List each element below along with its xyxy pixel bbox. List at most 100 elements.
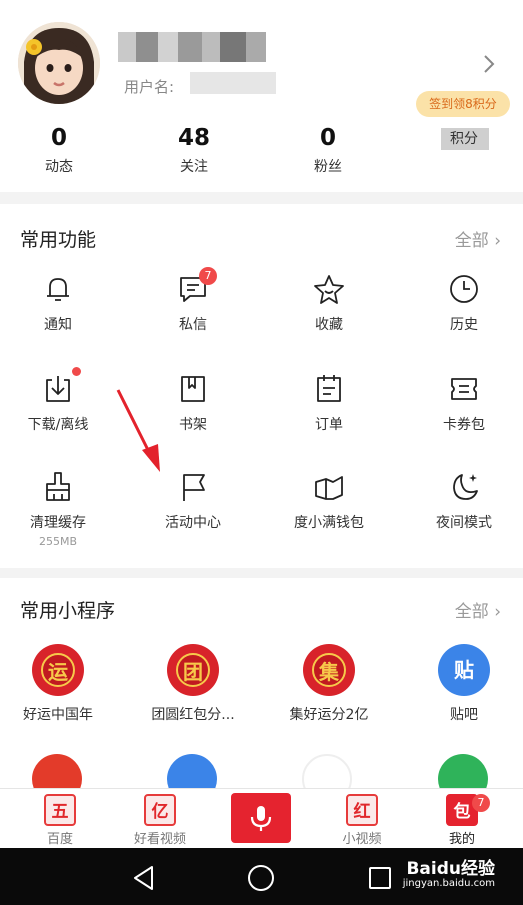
profile-header: 用户名: 0 动态 48 关注 0 粉丝 签到领8积分 积分 [0, 0, 523, 192]
stat-label: 积分 [450, 131, 478, 147]
star-icon [314, 275, 344, 304]
baidu-tab-icon: 五 [44, 794, 76, 826]
mini-lucky-year[interactable]: 运 好运中国年 [0, 644, 123, 724]
collect-luck-icon: 集 [303, 644, 355, 696]
chevron-right-icon[interactable] [478, 53, 500, 75]
short-video-tab-icon: 红 [346, 794, 378, 826]
func-label: 历史 [450, 317, 478, 333]
broom-icon [46, 472, 70, 501]
unread-badge: 7 [472, 794, 490, 812]
mini-icon-partial[interactable] [302, 754, 352, 788]
func-label: 清理缓存 [30, 515, 86, 531]
nickname-redacted [118, 32, 278, 62]
section-title: 常用小程序 [20, 600, 116, 622]
func-download[interactable]: 下载/离线 [0, 367, 123, 434]
mini-reunion-envelope[interactable]: 团 团圆红包分... [128, 644, 258, 724]
func-wallet[interactable]: 度小满钱包 [264, 470, 394, 532]
stat-label: 动态 [45, 159, 73, 175]
func-clear-cache[interactable]: 清理缓存 255MB [0, 470, 123, 548]
stat-value: 0 [50, 125, 67, 151]
sign-in-badge[interactable]: 签到领8积分 [416, 91, 510, 117]
recents-icon[interactable] [367, 865, 393, 891]
order-icon [317, 375, 341, 402]
watermark-brand: Baidu经验 [406, 859, 495, 879]
bell-icon [47, 278, 69, 301]
voice-search-button[interactable] [231, 793, 291, 843]
bookshelf-icon [181, 376, 205, 402]
stat-fans[interactable]: 0 粉丝 [288, 124, 368, 176]
unread-badge: 7 [199, 267, 217, 285]
func-label: 下载/离线 [27, 417, 89, 433]
chevron-right-icon: › [494, 602, 501, 622]
tab-short-video[interactable]: 红 小视频 [327, 794, 397, 847]
watermark-url: jingyan.baidu.com [402, 878, 495, 889]
stat-points[interactable]: 积分 [424, 124, 504, 148]
username-redacted [190, 72, 276, 94]
func-messages[interactable]: 7 私信 [128, 267, 258, 334]
func-label: 通知 [44, 317, 72, 333]
stat-posts[interactable]: 0 动态 [19, 124, 99, 176]
bottom-tab-bar: 五 百度 亿 好看视频 红 小视频 包 7 我的 [0, 788, 523, 848]
mini-glyph: 运 [41, 653, 75, 687]
system-nav-bar: Baidu经验 jingyan.baidu.com [0, 848, 523, 905]
section-title: 常用功能 [20, 229, 97, 251]
tab-mine[interactable]: 包 7 我的 [427, 794, 497, 847]
flag-icon [183, 474, 205, 501]
mini-label: 贴吧 [450, 707, 478, 723]
coupon-icon [451, 378, 477, 400]
mini-icon-partial[interactable] [438, 754, 488, 788]
scan-icon[interactable] [167, 754, 217, 788]
mini-tieba[interactable]: 贴 贴吧 [399, 644, 523, 724]
stat-value: 48 [177, 125, 210, 151]
func-notifications[interactable]: 通知 [0, 272, 123, 334]
func-activity-center[interactable]: 活动中心 [128, 470, 258, 532]
mini-label: 好运中国年 [23, 707, 93, 723]
func-label: 私信 [179, 317, 207, 333]
func-coupons[interactable]: 卡券包 [399, 372, 523, 434]
mini-programs-card: 常用小程序 全部 › 运 好运中国年 团 团圆红包分... 集 集好运分2亿 贴… [0, 578, 523, 788]
tieba-icon: 贴 [438, 644, 490, 696]
reunion-icon: 团 [167, 644, 219, 696]
func-label: 夜间模式 [436, 515, 492, 531]
mini-label: 团圆红包分... [151, 707, 235, 723]
func-favorites[interactable]: 收藏 [264, 272, 394, 334]
microphone-icon [250, 806, 272, 831]
mini-collect-luck[interactable]: 集 集好运分2亿 [264, 644, 394, 724]
stat-following[interactable]: 48 关注 [154, 124, 234, 176]
func-night-mode[interactable]: 夜间模式 [399, 470, 523, 532]
back-icon[interactable] [130, 864, 158, 892]
tab-label: 小视频 [342, 832, 382, 847]
view-all-link[interactable]: 全部 › [455, 597, 501, 622]
func-label: 订单 [315, 417, 343, 433]
stat-label: 关注 [180, 159, 208, 175]
username-label: 用户名: [124, 78, 175, 96]
func-orders[interactable]: 订单 [264, 372, 394, 434]
view-all-label: 全部 [454, 602, 489, 622]
tab-baidu[interactable]: 五 百度 [25, 794, 95, 847]
home-icon[interactable] [247, 864, 275, 892]
stat-value: 0 [319, 125, 336, 151]
mini-glyph: 团 [176, 653, 210, 687]
func-label: 活动中心 [165, 515, 221, 531]
tab-label: 百度 [46, 832, 73, 847]
tab-haokan-video[interactable]: 亿 好看视频 [125, 794, 195, 847]
wallet-icon [315, 476, 343, 500]
mini-icon-partial[interactable] [32, 754, 82, 788]
moon-icon [453, 474, 478, 500]
stat-label: 粉丝 [314, 159, 342, 175]
func-history[interactable]: 历史 [399, 272, 523, 334]
mini-glyph: 贴 [447, 653, 481, 687]
cache-size: 255MB [38, 535, 78, 548]
lucky-year-icon: 运 [32, 644, 84, 696]
mini-label: 集好运分2亿 [289, 707, 369, 723]
tab-label: 我的 [448, 832, 475, 847]
functions-card: 常用功能 全部 › 通知 7 私信 收藏 历史 下载/离线 书架 订单 卡券包 [0, 204, 523, 568]
download-icon [46, 376, 70, 402]
avatar[interactable] [18, 22, 100, 104]
annotation-arrow [116, 389, 160, 472]
view-all-link[interactable]: 全部 › [455, 226, 501, 251]
view-all-label: 全部 [454, 231, 489, 251]
tab-label: 好看视频 [133, 832, 186, 847]
func-label: 收藏 [315, 317, 343, 333]
chevron-right-icon: › [494, 231, 501, 251]
